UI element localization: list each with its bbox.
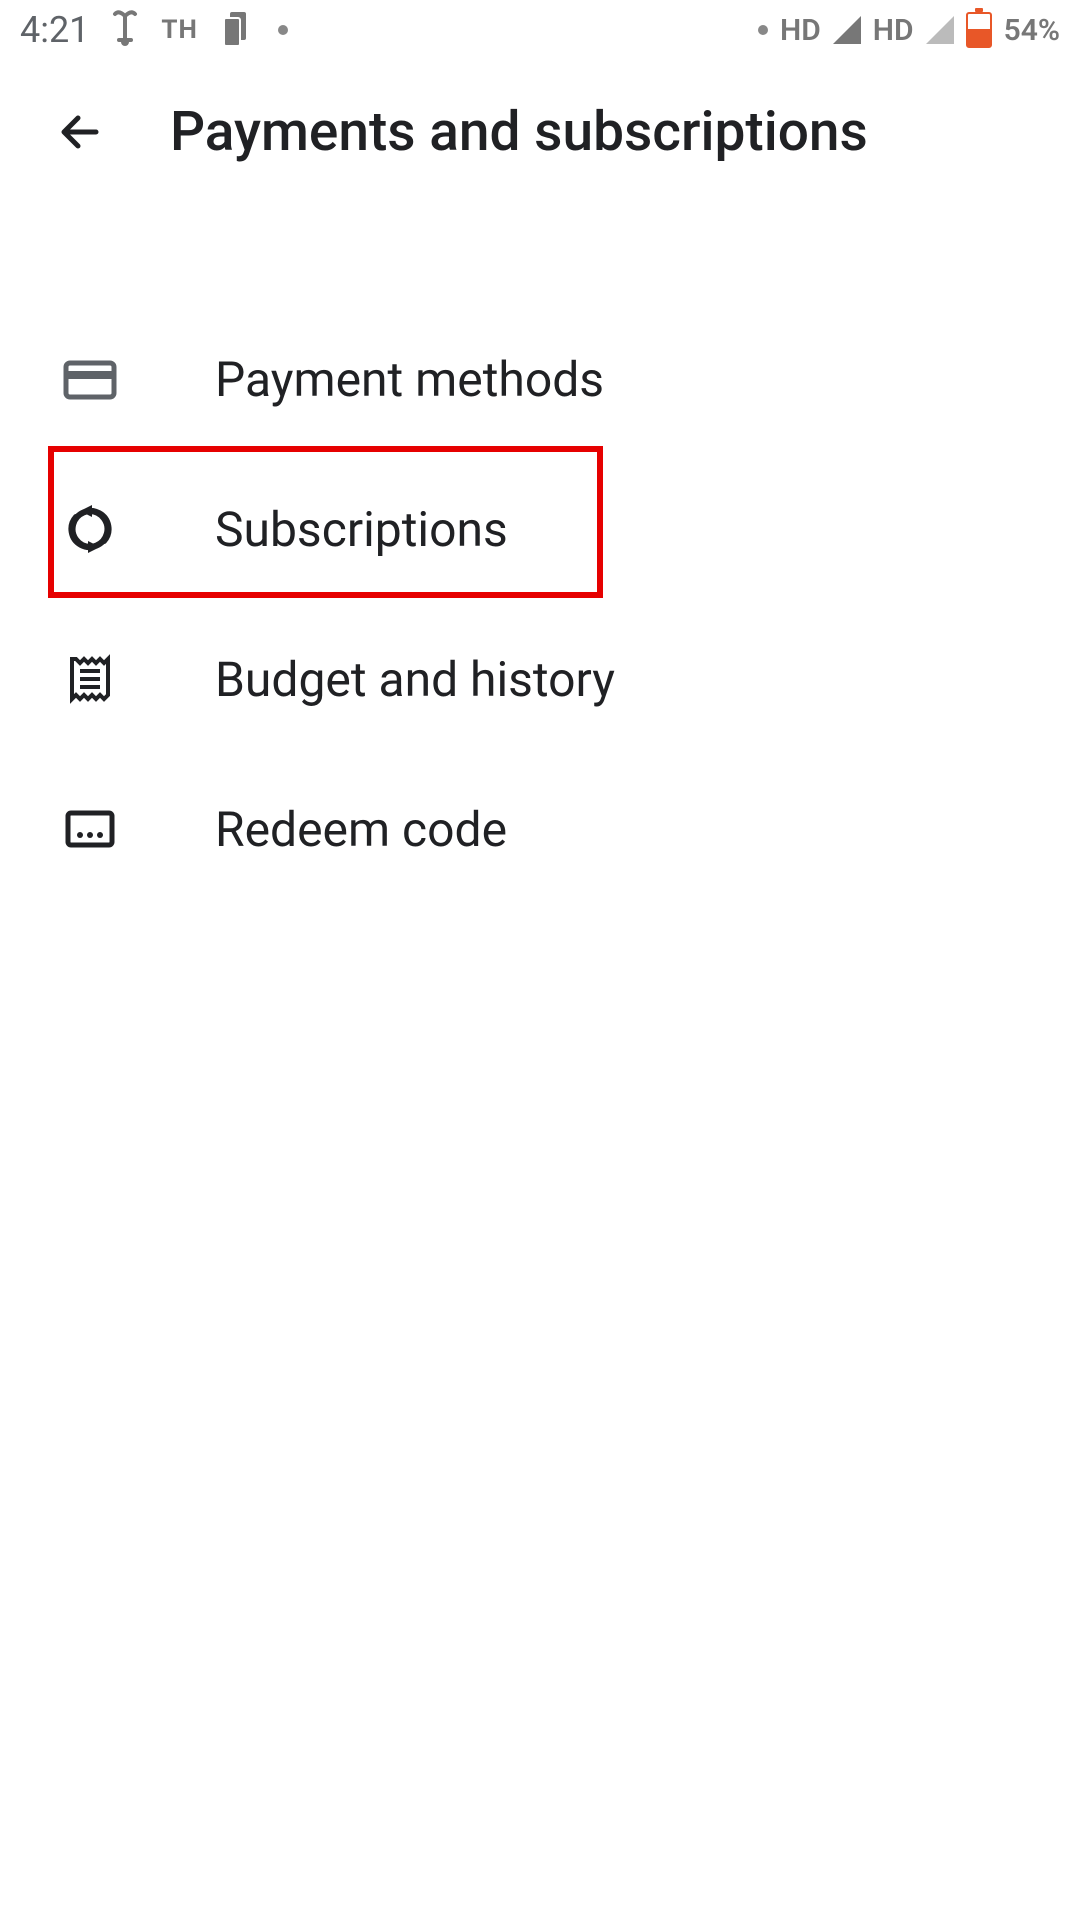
back-button[interactable] [50, 102, 110, 162]
status-right: HD HD 54% [758, 12, 1060, 48]
menu-label: Budget and history [215, 651, 615, 708]
status-left: 4:21 TH [20, 8, 288, 52]
th-indicator: TH [161, 15, 197, 45]
menu-item-subscriptions[interactable]: Subscriptions [0, 454, 1080, 604]
battery-percentage: 54% [1004, 13, 1060, 48]
app-icon-1 [109, 10, 141, 50]
receipt-icon [60, 649, 120, 709]
dot-indicator-2 [758, 25, 768, 35]
battery-icon [966, 12, 992, 48]
menu-item-budget-history[interactable]: Budget and history [0, 604, 1080, 754]
page-header: Payments and subscriptions [0, 60, 1080, 204]
status-bar: 4:21 TH HD HD 54% [0, 0, 1080, 60]
phone-app-icon [218, 8, 258, 52]
signal-icon-2 [926, 16, 954, 44]
hd-indicator-2: HD [873, 13, 914, 48]
code-icon [60, 799, 120, 859]
back-arrow-icon [54, 106, 106, 158]
menu-label: Payment methods [215, 351, 604, 408]
menu-item-redeem-code[interactable]: Redeem code [0, 754, 1080, 904]
hd-indicator-1: HD [780, 13, 821, 48]
menu-label: Redeem code [215, 801, 507, 858]
status-time: 4:21 [20, 9, 89, 51]
menu-list: Payment methods Subscriptions Budget and… [0, 204, 1080, 904]
signal-icon-1 [833, 16, 861, 44]
menu-label: Subscriptions [215, 501, 508, 558]
refresh-icon [60, 499, 120, 559]
page-title: Payments and subscriptions [170, 100, 868, 164]
dot-indicator-1 [278, 25, 288, 35]
credit-card-icon [60, 349, 120, 409]
menu-item-payment-methods[interactable]: Payment methods [0, 304, 1080, 454]
